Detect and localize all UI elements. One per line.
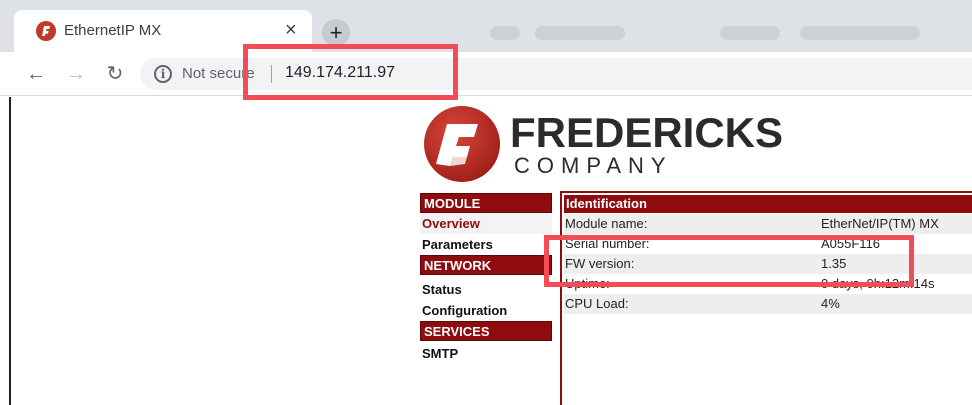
company-logo: FREDERICKS COMPANY bbox=[422, 104, 783, 184]
address-bar[interactable]: i Not secure 149.174.211.97 bbox=[140, 58, 972, 90]
row-label: Serial number: bbox=[565, 236, 650, 251]
row-label: FW version: bbox=[565, 256, 635, 271]
new-tab-button[interactable]: + bbox=[322, 19, 350, 47]
table-row: Serial number: A055F116 bbox=[564, 234, 972, 254]
sidebar-item-status[interactable]: Status bbox=[420, 279, 552, 300]
row-value: 1.35 bbox=[821, 256, 847, 271]
logo-wordmark: FREDERICKS bbox=[510, 109, 784, 156]
table-row: Module name: EtherNet/IP(TM) MX bbox=[564, 214, 972, 234]
identification-panel: Identification Module name: EtherNet/IP(… bbox=[560, 191, 972, 405]
sidebar-heading-module: MODULE bbox=[420, 193, 552, 213]
background-tabs bbox=[360, 14, 972, 52]
close-tab-icon[interactable]: × bbox=[285, 18, 297, 42]
security-indicator[interactable]: Not secure bbox=[182, 65, 255, 82]
row-label: CPU Load: bbox=[565, 296, 629, 311]
sidebar-item-overview[interactable]: Overview bbox=[420, 213, 552, 234]
url-text[interactable]: 149.174.211.97 bbox=[285, 64, 395, 82]
sidebar-heading-services: SERVICES bbox=[420, 321, 552, 341]
table-row: Uptime: 0 days, 0h:12m:14s bbox=[564, 274, 972, 294]
row-label: Module name: bbox=[565, 216, 648, 231]
fredericks-logo-icon bbox=[36, 21, 56, 41]
tab-strip: EthernetIP MX × + bbox=[0, 0, 972, 52]
tab-title: EthernetIP MX bbox=[64, 22, 162, 39]
sidebar-heading-network: NETWORK bbox=[420, 255, 552, 275]
panel-title: Identification bbox=[564, 195, 972, 213]
reload-icon[interactable]: ↻ bbox=[104, 63, 126, 85]
logo-subtitle: COMPANY bbox=[514, 153, 673, 178]
forward-arrow-icon[interactable]: → bbox=[65, 63, 87, 85]
fredericks-logo-mark-icon bbox=[424, 106, 500, 182]
row-value: EtherNet/IP(TM) MX bbox=[821, 216, 939, 231]
browser-tab[interactable]: EthernetIP MX × bbox=[14, 10, 312, 52]
table-row: CPU Load: 4% bbox=[564, 294, 972, 314]
omnibox-divider bbox=[271, 65, 272, 83]
browser-toolbar: ← → ↻ i Not secure 149.174.211.97 bbox=[0, 52, 972, 96]
row-label: Uptime: bbox=[565, 276, 610, 291]
sidebar-nav: MODULE Overview Parameters NETWORK Statu… bbox=[420, 193, 552, 364]
sidebar-item-smtp[interactable]: SMTP bbox=[420, 343, 552, 364]
sidebar-item-configuration[interactable]: Configuration bbox=[420, 300, 552, 321]
page-left-border bbox=[9, 97, 11, 405]
row-value: 0 days, 0h:12m:14s bbox=[821, 276, 935, 291]
row-value: 4% bbox=[821, 296, 840, 311]
sidebar-item-parameters[interactable]: Parameters bbox=[420, 234, 552, 255]
info-icon[interactable]: i bbox=[154, 65, 172, 83]
back-arrow-icon[interactable]: ← bbox=[25, 63, 47, 85]
table-row: FW version: 1.35 bbox=[564, 254, 972, 274]
row-value: A055F116 bbox=[821, 236, 881, 251]
